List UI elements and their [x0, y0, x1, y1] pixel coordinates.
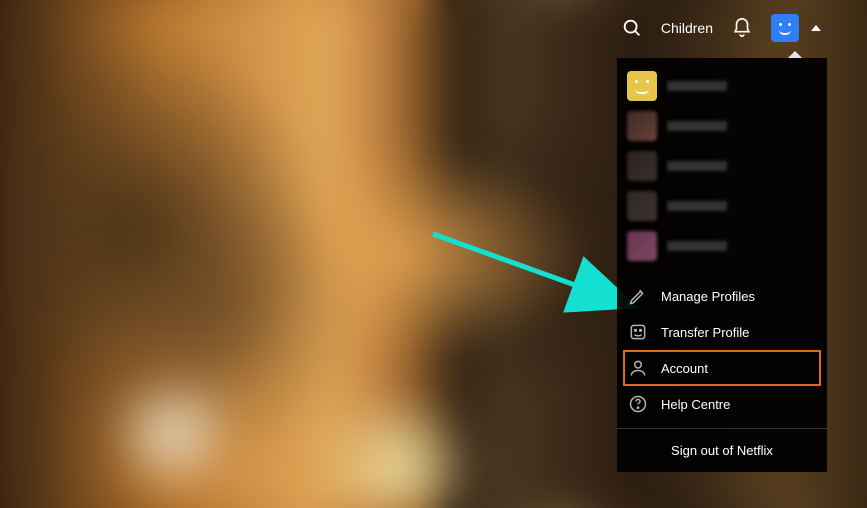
profile-avatar-icon	[627, 231, 657, 261]
menu-label: Manage Profiles	[661, 289, 755, 304]
profile-name-redacted	[667, 161, 727, 171]
top-navigation: Children	[0, 0, 867, 56]
pencil-icon	[627, 286, 649, 306]
menu-label: Account	[661, 361, 708, 376]
caret-up-icon[interactable]	[811, 25, 821, 31]
menu-label: Help Centre	[661, 397, 730, 412]
profile-item[interactable]	[617, 186, 827, 226]
menu-list: Manage Profiles Transfer Profile Accou	[617, 272, 827, 428]
signout-label: Sign out of Netflix	[671, 443, 773, 458]
profile-name-redacted	[667, 241, 727, 251]
profile-name-redacted	[667, 81, 727, 91]
profile-item[interactable]	[617, 66, 827, 106]
sign-out-item[interactable]: Sign out of Netflix	[617, 429, 827, 472]
manage-profiles-item[interactable]: Manage Profiles	[617, 278, 827, 314]
person-icon	[627, 358, 649, 378]
profile-avatar[interactable]	[771, 14, 799, 42]
profile-item[interactable]	[617, 106, 827, 146]
profile-avatar-icon	[627, 151, 657, 181]
profile-list	[617, 58, 827, 272]
profile-avatar-icon	[627, 111, 657, 141]
profile-name-redacted	[667, 121, 727, 131]
notifications-bell-icon[interactable]	[731, 17, 753, 39]
dropdown-pointer-icon	[788, 51, 802, 58]
account-dropdown: Manage Profiles Transfer Profile Accou	[617, 58, 827, 472]
profile-avatar-icon	[627, 71, 657, 101]
transfer-profile-icon	[627, 322, 649, 342]
transfer-profile-item[interactable]: Transfer Profile	[617, 314, 827, 350]
children-link[interactable]: Children	[661, 20, 713, 36]
profile-item[interactable]	[617, 146, 827, 186]
help-centre-item[interactable]: Help Centre	[617, 386, 827, 422]
account-item[interactable]: Account	[623, 350, 821, 386]
search-icon[interactable]	[621, 17, 643, 39]
profile-item[interactable]	[617, 226, 827, 266]
menu-label: Transfer Profile	[661, 325, 749, 340]
profile-name-redacted	[667, 201, 727, 211]
help-icon	[627, 394, 649, 414]
profile-avatar-icon	[627, 191, 657, 221]
